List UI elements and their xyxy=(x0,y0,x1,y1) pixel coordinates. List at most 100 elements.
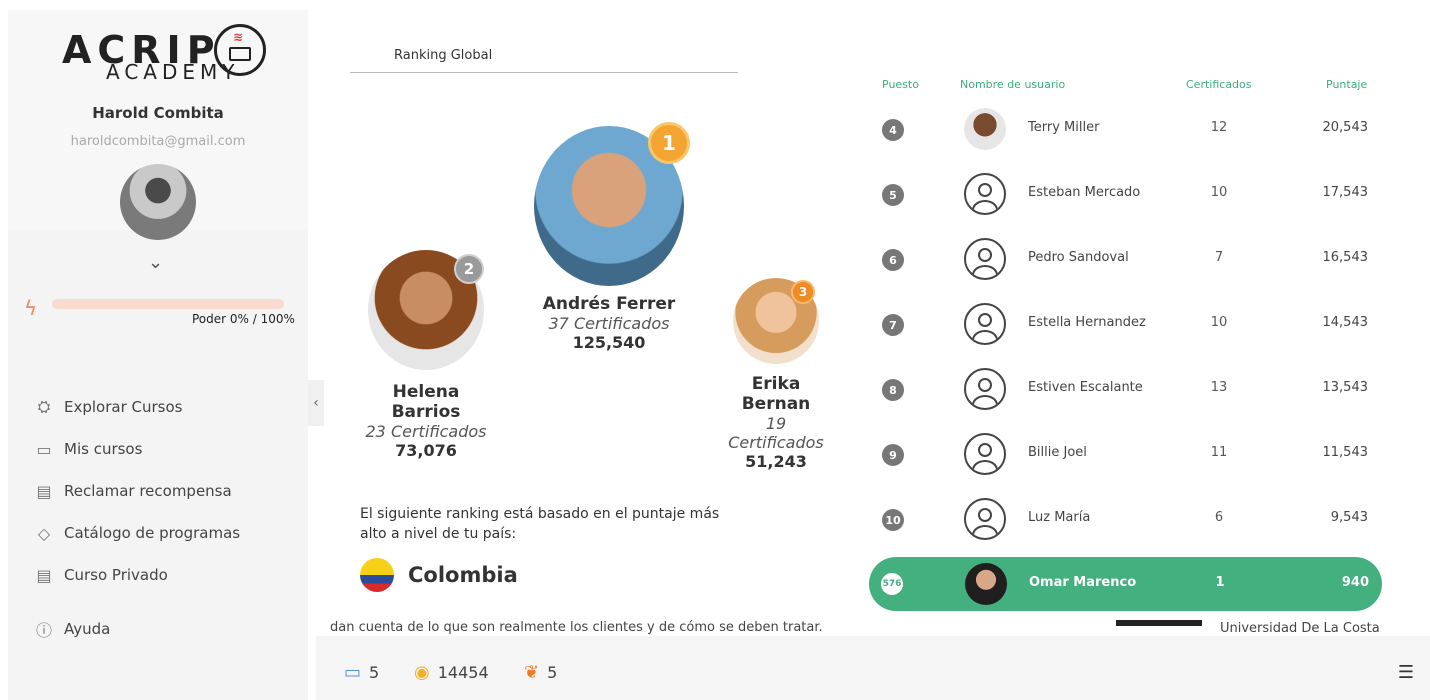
table-row[interactable]: 6 Pedro Sandoval 7 16,543 xyxy=(868,232,1382,284)
stat-coins-count: 14454 xyxy=(437,663,489,682)
footer-stats-bar: ▭ 5 ◉ 14454 ❦ 5 ☰ xyxy=(316,636,1430,700)
explore-icon: ⛭ xyxy=(37,397,51,416)
menu-toggle-icon[interactable]: ☰ xyxy=(1398,662,1414,683)
podium-second[interactable]: 2 Helena Barrios 23 Certificados 73,076 xyxy=(364,250,488,460)
bronze-medal-icon: 3 xyxy=(791,280,815,304)
help-icon: ⓘ xyxy=(35,621,52,640)
nav-item-catalogo-programas[interactable]: ◇ Catálogo de programas xyxy=(32,512,302,554)
user-avatar[interactable] xyxy=(120,164,196,240)
table-row[interactable]: 9 Billie Joel 11 11,543 xyxy=(868,427,1382,479)
row-score: 13,543 xyxy=(1322,380,1369,395)
row-certs: 6 xyxy=(1214,510,1224,525)
podium-first-score: 125,540 xyxy=(572,333,646,352)
rank-badge: 8 xyxy=(882,379,904,401)
row-user-name: Pedro Sandoval xyxy=(1028,250,1129,265)
row-certs: 12 xyxy=(1210,120,1228,135)
nav-item-ayuda[interactable]: ⓘ Ayuda xyxy=(32,608,302,650)
stat-apples[interactable]: ❦ 5 xyxy=(524,662,557,683)
table-row[interactable]: 7 Estella Hernandez 10 14,543 xyxy=(868,297,1382,349)
table-row[interactable]: 5 Esteban Mercado 10 17,543 xyxy=(868,167,1382,219)
rank-badge: 9 xyxy=(882,444,904,466)
table-row[interactable]: 8 Estiven Escalante 13 13,543 xyxy=(868,362,1382,414)
podium-second-photo: 2 xyxy=(368,250,484,370)
podium-third-photo: 3 xyxy=(733,278,819,364)
podium-first-name: Andrés Ferrer xyxy=(542,294,676,314)
row-score: 9,543 xyxy=(1330,510,1368,525)
country-selector[interactable]: Colombia xyxy=(360,558,518,592)
podium-third[interactable]: 3 Erika Bernan 19 Certificados 51,243 xyxy=(722,278,830,471)
university-name: Universidad De La Costa xyxy=(1220,621,1380,636)
private-course-icon: ▤ xyxy=(36,565,52,585)
coins-icon: ◉ xyxy=(414,662,430,683)
chevron-down-icon[interactable]: ⌄ xyxy=(148,252,163,273)
nav-item-label: Catálogo de programas xyxy=(64,524,241,542)
lightning-icon: ϟ xyxy=(24,296,38,320)
sidebar-profile: ACRIP ACADEMY ≋ Harold Combita haroldcom… xyxy=(8,10,308,240)
user-placeholder-icon xyxy=(964,433,1006,475)
power-label: Poder 0% / 100% xyxy=(192,312,295,326)
nav-item-label: Explorar Cursos xyxy=(64,398,183,416)
table-row[interactable]: 10 Luz María 6 9,543 xyxy=(868,492,1382,544)
nav-item-label: Curso Privado xyxy=(64,566,168,584)
podium-first[interactable]: 1 Andrés Ferrer 37 Certificados 125,540 xyxy=(534,122,690,352)
row-score: 20,543 xyxy=(1322,120,1369,135)
podium-second-score: 73,076 xyxy=(395,441,457,460)
row-score: 11,543 xyxy=(1322,445,1369,460)
ranking-panel: Ranking Global 1 Andrés Ferrer 37 Certif… xyxy=(316,10,1430,700)
rank-badge: 5 xyxy=(882,184,904,206)
podium-second-certs: 23 Certificados xyxy=(365,422,487,441)
podium-first-photo: 1 xyxy=(534,122,690,286)
stat-apples-count: 5 xyxy=(547,663,558,682)
user-email: haroldcombita@gmail.com xyxy=(70,134,246,149)
stat-courses[interactable]: ▭ 5 xyxy=(344,662,379,683)
sidebar-nav: ⛭ Explorar Cursos ▭ Mis cursos ▤ Reclama… xyxy=(32,386,302,650)
row-certs: 1 xyxy=(1215,575,1225,590)
apple-icon: ❦ xyxy=(524,662,540,683)
stat-coins[interactable]: ◉ 14454 xyxy=(414,662,489,683)
podium-first-certs: 37 Certificados xyxy=(548,314,670,333)
book-icon: ▭ xyxy=(36,439,52,459)
nav-item-explorar-cursos[interactable]: ⛭ Explorar Cursos xyxy=(32,386,302,428)
wifi-icon: ≋ xyxy=(233,30,244,44)
row-user-name: Billie Joel xyxy=(1028,445,1087,460)
user-placeholder-icon xyxy=(964,368,1006,410)
row-score: 17,543 xyxy=(1322,185,1369,200)
row-certs: 13 xyxy=(1210,380,1228,395)
user-name: Harold Combita xyxy=(92,104,224,122)
user-placeholder-icon xyxy=(964,498,1006,540)
podium-third-name: Erika Bernan xyxy=(741,374,811,414)
row-certs: 11 xyxy=(1210,445,1228,460)
background-course-text: dan cuenta de lo que son realmente los c… xyxy=(330,620,823,635)
row-score: 14,543 xyxy=(1322,315,1369,330)
header-score: Puntaje xyxy=(1326,78,1368,91)
acrip-academy-logo[interactable]: ACRIP ACADEMY ≋ xyxy=(62,20,272,84)
ranking-description: El siguiente ranking está basado en el p… xyxy=(360,506,720,542)
silver-medal-icon: 2 xyxy=(454,254,484,284)
book-icon xyxy=(229,47,251,61)
row-certs: 10 xyxy=(1210,315,1228,330)
user-avatar xyxy=(964,108,1006,150)
header-user: Nombre de usuario xyxy=(960,78,1066,91)
rank-badge: 4 xyxy=(882,119,904,141)
background-university: Universidad De La Costa xyxy=(1116,620,1406,636)
user-placeholder-icon xyxy=(964,303,1006,345)
nav-item-mis-cursos[interactable]: ▭ Mis cursos xyxy=(32,428,302,470)
current-user-row[interactable]: 576 Omar Marenco 1 940 xyxy=(869,557,1382,611)
row-certs: 10 xyxy=(1210,185,1228,200)
nav-item-reclamar-recompensa[interactable]: ▤ Reclamar recompensa xyxy=(32,470,302,512)
page: ACRIP ACADEMY ≋ Harold Combita haroldcom… xyxy=(0,0,1430,700)
podium-third-score: 51,243 xyxy=(745,452,807,471)
rank-badge: 7 xyxy=(882,314,904,336)
rank-badge: 6 xyxy=(882,249,904,271)
user-avatar xyxy=(965,563,1007,605)
nav-item-label: Ayuda xyxy=(64,620,111,638)
rank-badge: 10 xyxy=(882,509,904,531)
tab-ranking-global[interactable]: Ranking Global xyxy=(394,48,492,63)
user-placeholder-icon xyxy=(964,238,1006,280)
table-row[interactable]: 4 Terry Miller 12 20,543 xyxy=(868,102,1382,154)
row-user-name: Omar Marenco xyxy=(1029,575,1137,590)
nav-item-curso-privado[interactable]: ▤ Curso Privado xyxy=(32,554,302,596)
header-certs: Certificados xyxy=(1186,78,1252,91)
row-score: 940 xyxy=(1341,575,1369,590)
ranking-table-header: Puesto Nombre de usuario Certificados Pu… xyxy=(868,78,1388,94)
